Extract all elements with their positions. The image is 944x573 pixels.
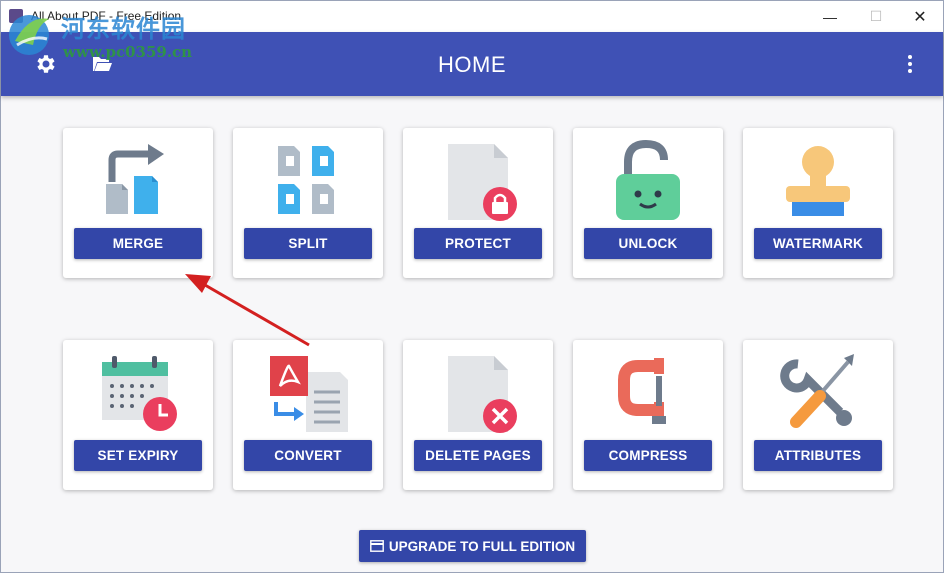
merge-icon <box>106 144 164 214</box>
minimize-button[interactable]: — <box>807 1 853 32</box>
window-title: All About PDF - Free Edition <box>31 9 182 23</box>
attributes-button[interactable]: ATTRIBUTES <box>754 440 882 471</box>
card-icon <box>369 540 384 552</box>
tool-card-delete-pages[interactable]: DELETE PAGES <box>403 340 553 490</box>
tool-card-protect[interactable]: PROTECT <box>403 128 553 278</box>
unlock-button[interactable]: UNLOCK <box>584 228 712 259</box>
unlock-icon <box>616 139 680 220</box>
tool-card-set-expiry[interactable]: SET EXPIRY <box>63 340 213 490</box>
tool-card-split[interactable]: SPLIT <box>233 128 383 278</box>
app-bar: HOME <box>1 32 943 96</box>
title-bar: All About PDF - Free Edition — ☐ ✕ <box>1 1 943 32</box>
stamp-icon <box>786 146 850 216</box>
tool-card-unlock[interactable]: UNLOCK <box>573 128 723 278</box>
convert-button[interactable]: CONVERT <box>244 440 372 471</box>
close-button[interactable]: ✕ <box>897 1 943 32</box>
app-icon <box>9 9 23 23</box>
protect-button[interactable]: PROTECT <box>414 228 542 259</box>
upgrade-button[interactable]: UPGRADE TO FULL EDITION <box>359 530 586 562</box>
split-icon <box>278 146 334 214</box>
maximize-button[interactable]: ☐ <box>853 1 899 32</box>
split-button[interactable]: SPLIT <box>244 228 372 259</box>
delete-pages-button[interactable]: DELETE PAGES <box>414 440 542 471</box>
upgrade-label: UPGRADE TO FULL EDITION <box>388 538 576 554</box>
delete-page-icon <box>448 356 517 433</box>
more-vertical-icon[interactable] <box>898 52 922 76</box>
tools-icon <box>780 354 854 428</box>
calendar-clock-icon <box>102 356 177 431</box>
merge-button[interactable]: MERGE <box>74 228 202 259</box>
tool-card-merge[interactable]: MERGE <box>63 128 213 278</box>
compress-button[interactable]: COMPRESS <box>584 440 712 471</box>
tool-card-convert[interactable]: CONVERT <box>233 340 383 490</box>
protect-icon <box>448 144 517 221</box>
page-title: HOME <box>438 52 506 77</box>
tool-card-attributes[interactable]: ATTRIBUTES <box>743 340 893 490</box>
watermark-button[interactable]: WATERMARK <box>754 228 882 259</box>
set-expiry-button[interactable]: SET EXPIRY <box>74 440 202 471</box>
tool-card-watermark[interactable]: WATERMARK <box>743 128 893 278</box>
clamp-icon <box>618 358 666 424</box>
tool-card-compress[interactable]: COMPRESS <box>573 340 723 490</box>
pdf-convert-icon <box>270 356 348 432</box>
app-window: All About PDF - Free Edition — ☐ ✕ HOME <box>0 0 944 573</box>
